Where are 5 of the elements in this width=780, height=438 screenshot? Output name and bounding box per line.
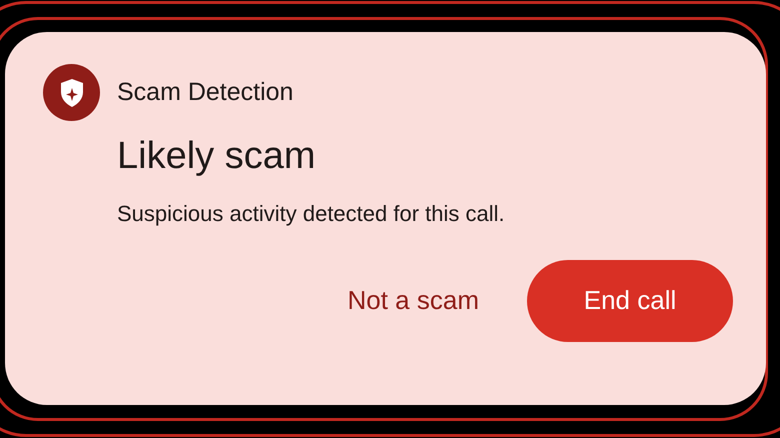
dismiss-button[interactable]: Not a scam	[348, 281, 479, 320]
app-name: Scam Detection	[117, 76, 294, 108]
notification-message: Suspicious activity detected for this call.	[117, 200, 506, 228]
notification-title: Likely scam	[117, 134, 316, 179]
end-call-button[interactable]: End call	[527, 260, 733, 342]
